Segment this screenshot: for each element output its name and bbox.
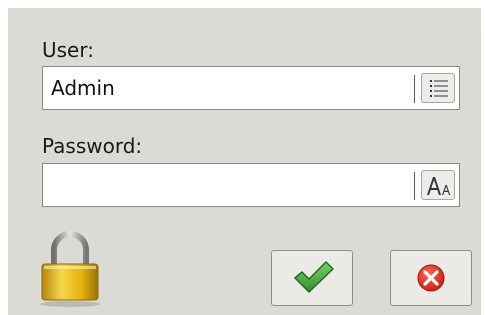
user-field-separator [414, 75, 415, 103]
padlock-icon [36, 228, 104, 310]
font-size-icon[interactable] [421, 170, 455, 200]
password-field[interactable] [42, 163, 460, 207]
checkmark-icon [294, 261, 334, 293]
user-field[interactable]: Admin [42, 66, 460, 110]
login-dialog: User: Admin Password: [8, 8, 481, 315]
cancel-icon [417, 264, 445, 292]
user-value: Admin [51, 76, 115, 100]
password-label: Password: [42, 134, 143, 158]
list-icon[interactable] [421, 73, 455, 103]
password-field-separator [414, 172, 415, 200]
user-label: User: [42, 38, 94, 62]
ok-button[interactable] [271, 250, 353, 306]
cancel-button[interactable] [390, 250, 472, 306]
